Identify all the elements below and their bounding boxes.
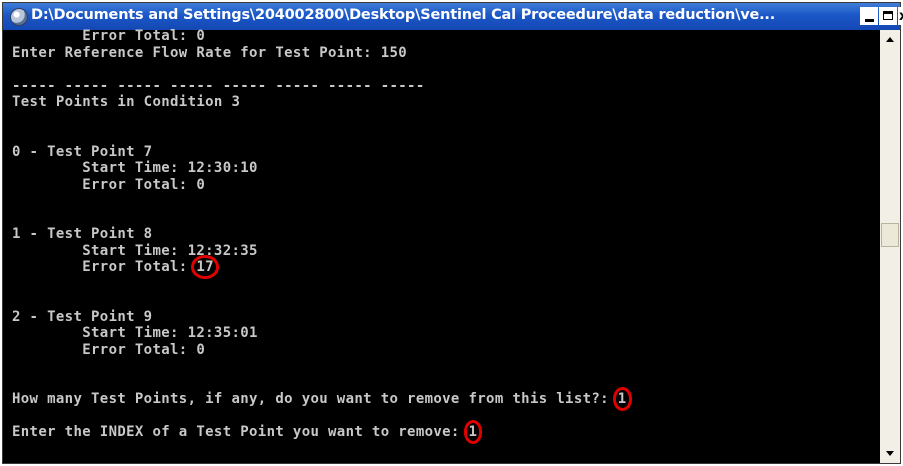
console-line: Start Time: 12:32:35 [12, 242, 258, 259]
console-line: Enter the INDEX of a Test Point you want… [12, 420, 627, 443]
console-line: 1 - Test Point 8 [12, 226, 153, 242]
remove-count-answer-circled: 1 [612, 387, 632, 410]
console-line: Error Total: 0 [12, 341, 206, 358]
remove-count-prompt: How many Test Points, if any, do you wan… [12, 391, 618, 407]
minimize-button[interactable] [860, 7, 878, 25]
scroll-up-button[interactable] [880, 30, 900, 50]
window-title: D:\Documents and Settings\204002800\Desk… [31, 7, 776, 23]
console-line: 2 - Test Point 9 [12, 308, 153, 325]
scroll-down-button[interactable] [880, 443, 900, 463]
vertical-scrollbar[interactable] [880, 30, 900, 463]
console-text: Error Total: 0 Enter Reference Flow Rate … [12, 28, 632, 443]
maximize-button[interactable] [879, 7, 897, 25]
console-line: Error Total: 17 [12, 255, 627, 278]
console-line: Error Total: 0 [12, 28, 206, 44]
error-total-value-circled: 17 [191, 255, 219, 278]
error-total-label: Error Total: [12, 259, 197, 275]
title-bar[interactable]: D:\Documents and Settings\204002800\Desk… [3, 3, 903, 30]
arrow-up-icon [886, 37, 894, 42]
remove-index-prompt: Enter the INDEX of a Test Point you want… [12, 424, 469, 440]
console-window: D:\Documents and Settings\204002800\Desk… [2, 2, 903, 464]
arrow-down-icon [886, 451, 894, 456]
remove-index-answer-circled: 1 [463, 420, 482, 443]
console-app-icon[interactable] [10, 8, 28, 26]
console-line: Start Time: 12:30:10 [12, 160, 258, 176]
console-output[interactable]: Error Total: 0 Enter Reference Flow Rate … [3, 28, 880, 463]
minimize-icon [865, 19, 874, 22]
console-line: Enter Reference Flow Rate for Test Point… [12, 44, 408, 61]
console-line: Error Total: 0 [12, 176, 206, 193]
scroll-thumb[interactable] [881, 223, 899, 247]
console-line: ----- ----- ----- ----- ----- ----- ----… [12, 77, 425, 94]
maximize-icon [883, 11, 893, 20]
console-line: Test Points in Condition 3 [12, 94, 241, 110]
console-line: 0 - Test Point 7 [12, 143, 153, 160]
console-line: Start Time: 12:35:01 [12, 325, 258, 341]
console-line: How many Test Points, if any, do you wan… [12, 387, 632, 410]
close-button[interactable]: x [898, 7, 903, 25]
